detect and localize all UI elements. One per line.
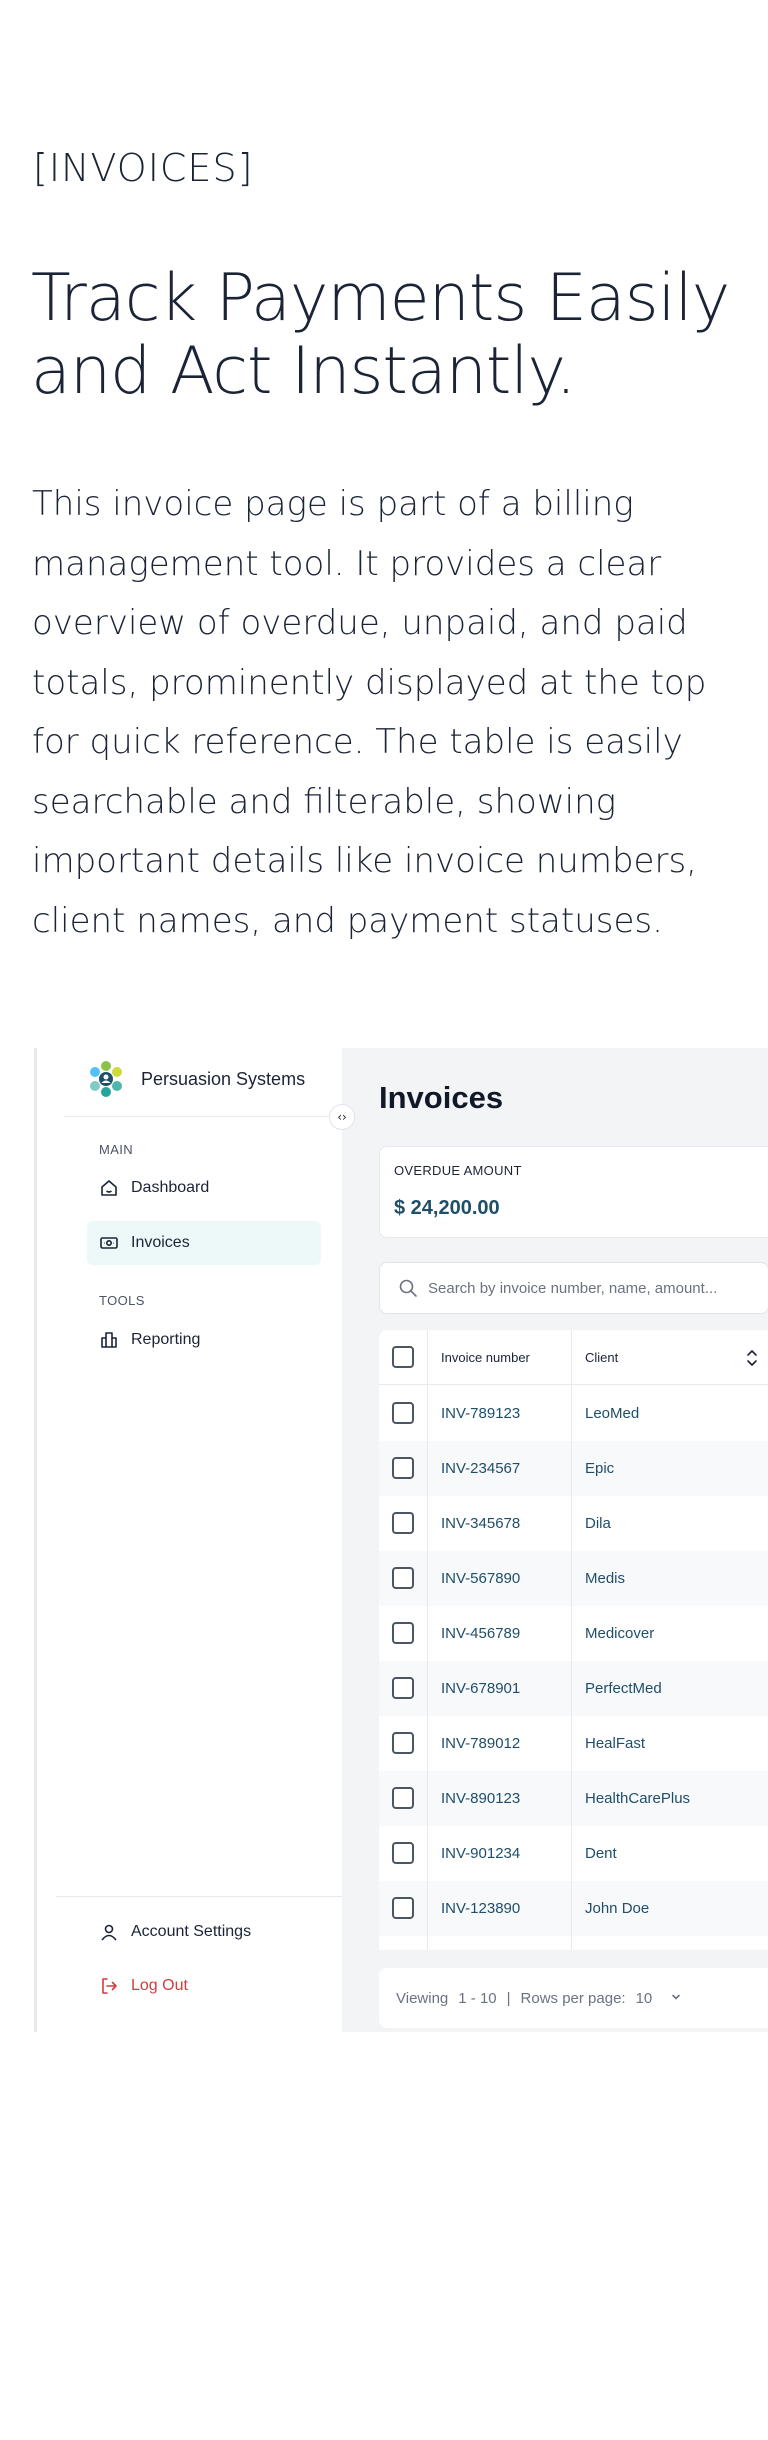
- table-header: Invoice number Client: [379, 1330, 768, 1385]
- page-title: Invoices: [379, 1080, 504, 1115]
- account-settings-label: Account Settings: [131, 1923, 252, 1940]
- app-screenshot: Persuasion Systems MAIN Dashboard Invoic…: [34, 1048, 768, 2032]
- viewing-label: Viewing: [396, 1989, 449, 2007]
- sidebar-collapse-toggle[interactable]: ‹›: [329, 1104, 355, 1130]
- client-name-link[interactable]: Epic: [585, 1460, 614, 1477]
- invoice-number-link[interactable]: INV-456789: [441, 1625, 520, 1642]
- brand[interactable]: Persuasion Systems: [87, 1060, 305, 1098]
- row-checkbox[interactable]: [392, 1897, 414, 1919]
- search-bar[interactable]: [379, 1262, 768, 1314]
- sidebar-item-label: Dashboard: [131, 1179, 210, 1196]
- sidebar-item-reporting[interactable]: Reporting: [87, 1318, 321, 1362]
- client-name-link[interactable]: Dent: [585, 1845, 617, 1862]
- rows-per-page-value: 10: [635, 1989, 653, 2007]
- table-row[interactable]: INV-678901 PerfectMed: [379, 1661, 768, 1716]
- account-settings-link[interactable]: Account Settings: [99, 1922, 251, 1942]
- client-name-link[interactable]: PerfectMed: [585, 1680, 662, 1697]
- invoice-number-link[interactable]: INV-789012: [441, 1735, 520, 1752]
- row-checkbox[interactable]: [392, 1787, 414, 1809]
- sidebar-item-label: Reporting: [131, 1331, 201, 1348]
- search-icon: [399, 1279, 417, 1297]
- table-row[interactable]: INV-345678 Dila: [379, 1496, 768, 1551]
- column-divider: [571, 1330, 572, 1950]
- client-name-link[interactable]: HealFast: [585, 1735, 645, 1752]
- table-row[interactable]: INV-567890 Medis: [379, 1551, 768, 1606]
- description: This invoice page is part of a billing m…: [32, 484, 707, 941]
- pagination-bar: Viewing 1 - 10 | Rows per page: 10: [379, 1968, 768, 2028]
- table-row[interactable]: INV-789123 LeoMed: [379, 1386, 768, 1441]
- sidebar-item-dashboard[interactable]: Dashboard: [87, 1166, 321, 1210]
- invoice-number-link[interactable]: INV-789123: [441, 1405, 520, 1422]
- sidebar-footer-divider: [56, 1896, 342, 1897]
- invoice-number-link[interactable]: INV-678901: [441, 1680, 520, 1697]
- column-header-client[interactable]: Client: [585, 1350, 618, 1365]
- table-row[interactable]: INV-890123 HealthCarePlus: [379, 1771, 768, 1826]
- viewing-range: 1 - 10: [458, 1989, 497, 2007]
- overdue-amount-label: OVERDUE AMOUNT: [394, 1163, 522, 1178]
- section-label-tools: TOOLS: [99, 1293, 145, 1308]
- search-input[interactable]: [428, 1279, 748, 1297]
- column-header-invoice-number[interactable]: Invoice number: [441, 1350, 530, 1365]
- brand-divider: [64, 1116, 334, 1117]
- invoice-number-link[interactable]: INV-890123: [441, 1790, 520, 1807]
- sidebar-item-label: Invoices: [131, 1234, 190, 1251]
- invoices-table: Invoice number Client INV-789123 LeoMed …: [379, 1330, 768, 1950]
- client-name-link[interactable]: Dila: [585, 1515, 611, 1532]
- rows-per-page-label: Rows per page:: [520, 1989, 626, 2007]
- overdue-amount-value: $ 24,200.00: [394, 1197, 500, 1219]
- sidebar: Persuasion Systems MAIN Dashboard Invoic…: [37, 1048, 342, 2032]
- table-row[interactable]: INV-901234 Dent: [379, 1826, 768, 1881]
- invoice-number-link[interactable]: INV-123890: [441, 1900, 520, 1917]
- rows-per-page-select[interactable]: 10: [636, 1990, 683, 2007]
- invoice-number-link[interactable]: INV-234567: [441, 1460, 520, 1477]
- row-checkbox[interactable]: [392, 1567, 414, 1589]
- sidebar-item-invoices[interactable]: Invoices: [87, 1221, 321, 1265]
- table-row[interactable]: INV-789012 HealFast: [379, 1716, 768, 1771]
- chevron-down-icon: [672, 1994, 681, 2000]
- client-name-link[interactable]: Medicover: [585, 1625, 654, 1642]
- eyebrow-label: [INVOICES]: [33, 146, 254, 190]
- section-label-main: MAIN: [99, 1142, 134, 1157]
- invoice-number-link[interactable]: INV-901234: [441, 1845, 520, 1862]
- home-icon: [101, 1180, 117, 1196]
- row-checkbox[interactable]: [392, 1677, 414, 1699]
- invoice-number-link[interactable]: INV-567890: [441, 1570, 520, 1587]
- invoice-number-link[interactable]: INV-345678: [441, 1515, 520, 1532]
- client-name-link[interactable]: LeoMed: [585, 1405, 639, 1422]
- brand-name: Persuasion Systems: [141, 1068, 306, 1089]
- logout-icon: [102, 1978, 117, 1994]
- pager-separator: |: [506, 1989, 511, 2007]
- building-icon: [101, 1332, 117, 1348]
- select-all-checkbox[interactable]: [392, 1346, 414, 1368]
- client-name-link[interactable]: John Doe: [585, 1900, 649, 1917]
- client-name-link[interactable]: Medis: [585, 1570, 625, 1587]
- overdue-amount-card: OVERDUE AMOUNT $ 24,200.00: [379, 1146, 768, 1238]
- row-checkbox[interactable]: [392, 1512, 414, 1534]
- logout-link[interactable]: Log Out: [99, 1976, 188, 1996]
- sort-icon[interactable]: [745, 1348, 759, 1368]
- row-checkbox[interactable]: [392, 1402, 414, 1424]
- table-row[interactable]: INV-123890 John Doe: [379, 1881, 768, 1936]
- column-divider: [427, 1330, 428, 1950]
- headline: Track Payments Easily and Act Instantly.: [31, 261, 730, 409]
- main-content: Invoices OVERDUE AMOUNT $ 24,200.00 Invo…: [342, 1048, 768, 2032]
- brand-logo-icon: [90, 1061, 122, 1097]
- chevrons-icon: ‹›: [337, 1110, 347, 1124]
- row-checkbox[interactable]: [392, 1622, 414, 1644]
- table-row[interactable]: INV-234567 Epic: [379, 1441, 768, 1496]
- user-icon: [101, 1924, 117, 1941]
- row-checkbox[interactable]: [392, 1457, 414, 1479]
- table-row[interactable]: INV-456789 Medicover: [379, 1606, 768, 1661]
- logout-label: Log Out: [131, 1977, 188, 1994]
- bill-icon: [100, 1237, 118, 1249]
- client-name-link[interactable]: HealthCarePlus: [585, 1790, 690, 1807]
- row-checkbox[interactable]: [392, 1842, 414, 1864]
- row-checkbox[interactable]: [392, 1732, 414, 1754]
